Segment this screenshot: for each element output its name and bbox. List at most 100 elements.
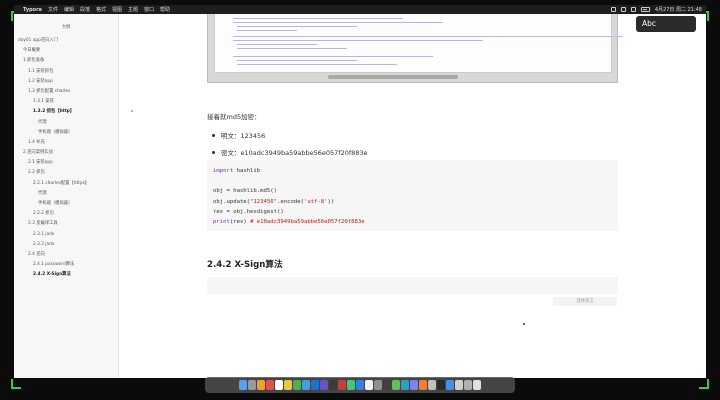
dock-app-icon[interactable] [365, 380, 373, 390]
paragraph-text: 接着就md5加密： [207, 113, 261, 121]
code-token: (res) [229, 218, 251, 225]
code-token: import [213, 168, 234, 174]
outline-item-label: 代理 [38, 119, 47, 125]
outline-item[interactable]: 1.4 补充 [14, 138, 118, 148]
outline-item[interactable]: 手机端（模拟器） [14, 128, 118, 138]
outline-item[interactable]: 2.2 抓包 [14, 168, 118, 178]
outline-item-label: 2.逆向案例实战 [23, 150, 53, 156]
dock-app-icon[interactable] [320, 380, 328, 390]
margin-dot [131, 110, 133, 112]
outline-item[interactable]: 2.3.2 jadx [14, 240, 118, 250]
dock-app-icon[interactable] [419, 380, 427, 390]
dock-app-icon[interactable] [356, 380, 364, 390]
code-token: )) [327, 198, 335, 205]
embedded-code-editor [214, 14, 623, 73]
outline-item-label: 今日概要 [23, 48, 41, 54]
outline-item[interactable]: day01 app逆向入门 [14, 36, 118, 46]
outline-item-label: 1.3.2 抓包【http】 [33, 109, 75, 115]
menu-app-name[interactable]: Typora [23, 7, 42, 13]
bullet-icon [212, 134, 215, 137]
outline-item[interactable]: 2.逆向案例实战 [14, 148, 118, 158]
outline-item[interactable]: 1.1 安装抓包 [14, 67, 118, 77]
dock-app-icon[interactable] [248, 380, 256, 390]
outline-item-label: 1.3 抓包配置 charles [28, 88, 71, 94]
outline-item[interactable]: 代理 [14, 189, 118, 199]
clock[interactable]: 4月27日 周二 21:48 [655, 6, 702, 13]
dock-app-icon[interactable] [266, 380, 274, 390]
dock-app-icon[interactable] [473, 380, 481, 390]
outline-item[interactable]: 1.3.2 抓包【http】 [14, 107, 118, 117]
dock-app-icon[interactable] [329, 380, 337, 390]
dock-app-icon[interactable] [347, 380, 355, 390]
wifi-icon[interactable] [620, 7, 626, 12]
editor-content[interactable]: 接着就md5加密： 明文：123456 密文：e10adc3949ba59abb… [119, 14, 706, 378]
outline-item[interactable]: 1.抓包准备 [14, 56, 118, 66]
outline-item-label: 1.抓包准备 [23, 58, 45, 64]
outline-item[interactable]: 2.3 反编译工具 [14, 219, 118, 229]
dock-app-icon[interactable] [428, 380, 436, 390]
outline-item-label: day01 app逆向入门 [18, 38, 59, 43]
outline-item-label: 2.3 反编译工具 [28, 221, 58, 227]
section-heading: 2.4.2 X-Sign算法 [207, 260, 283, 270]
code-token: obj = hashlib.md5() [213, 188, 277, 195]
menu-item[interactable]: 编辑 [64, 6, 74, 13]
outline-item[interactable]: 2.2.1 charles配置【https】 [14, 179, 118, 189]
empty-code-block[interactable] [207, 277, 618, 294]
menu-item[interactable]: 格式 [96, 6, 106, 13]
dock-app-icon[interactable] [374, 380, 382, 390]
search-icon[interactable] [630, 7, 636, 12]
dock-app-icon[interactable] [383, 380, 391, 390]
outline-item[interactable]: 代理 [14, 118, 118, 128]
python-code-block[interactable]: import hashlib obj = hashlib.md5() obj.up… [207, 160, 618, 231]
dock-app-icon[interactable] [311, 380, 319, 390]
dock-app-icon[interactable] [392, 380, 400, 390]
dock-app-icon[interactable] [257, 380, 265, 390]
dock-app-icon[interactable] [293, 380, 301, 390]
menu-item[interactable]: 段落 [80, 6, 90, 13]
code-token: # e10adc3949ba59abbe56e057f20f883e [250, 218, 365, 225]
outline-item-label: 2.4.2 X-Sign算法 [33, 272, 71, 278]
bullet-icon [212, 151, 215, 154]
outline-list: day01 app逆向入门今日概要 1.抓包准备 1.1 安装抓包 1.2 安装app… [14, 36, 118, 281]
dock-app-icon[interactable] [275, 380, 283, 390]
wechat-icon[interactable] [610, 7, 616, 12]
dock-app-icon[interactable] [284, 380, 292, 390]
language-select[interactable]: 选择语言 [553, 297, 617, 306]
typora-window: 大纲 day01 app逆向入门 今日概要 1.抓包准备 1.1 安装抓包 1.2 安装… [14, 14, 706, 378]
menu-item[interactable]: 文件 [48, 6, 58, 13]
outline-item[interactable]: 2.4.1 password算法 [14, 260, 118, 270]
menu-item[interactable]: 窗口 [144, 6, 154, 13]
outline-sidebar: 大纲 day01 app逆向入门 今日概要 1.抓包准备 1.1 安装抓包 1.2 安装… [14, 14, 119, 378]
outline-item[interactable]: 今日概要 [14, 46, 118, 56]
dock-app-icon[interactable] [455, 380, 463, 390]
code-token: print [213, 218, 230, 225]
outline-item[interactable]: 2.1 安装app [14, 158, 118, 168]
menu-item[interactable]: 主题 [128, 6, 138, 13]
outline-item-label: 2.1 安装app [28, 160, 53, 166]
dock-app-icon[interactable] [239, 380, 247, 390]
outline-item-label: 1.3.1 安装 [33, 99, 54, 105]
outline-item[interactable]: 1.3.1 安装 [14, 97, 118, 107]
code-token: "123456" [250, 198, 277, 205]
menu-item[interactable]: 视图 [112, 6, 122, 13]
battery-icon[interactable] [640, 7, 650, 12]
outline-item[interactable]: 1.2 安装app [14, 77, 118, 87]
outline-item[interactable]: 2.3.1 jadx [14, 230, 118, 240]
embedded-dock [328, 75, 458, 79]
outline-item[interactable]: 2.4 逆向 [14, 250, 118, 260]
dock-app-icon[interactable] [437, 380, 445, 390]
dock-app-icon[interactable] [401, 380, 409, 390]
outline-item[interactable]: 1.3 抓包配置 charles [14, 87, 118, 97]
dock-app-icon[interactable] [410, 380, 418, 390]
dock-app-icon[interactable] [464, 380, 472, 390]
dock-app-icon[interactable] [446, 380, 454, 390]
outline-item[interactable]: 2.2.2 抓包 [14, 209, 118, 219]
desktop-screen: Typora 文件 编辑 段落 格式 视图 主题 窗口 帮助 4月27日 周二 21:48 大… [0, 0, 720, 400]
outline-item[interactable]: 手机端（模拟器） [14, 199, 118, 209]
outline-item[interactable]: 2.4.2 X-Sign算法 [14, 270, 118, 280]
menu-item[interactable]: 帮助 [160, 6, 170, 13]
dock-app-icon[interactable] [338, 380, 346, 390]
dock-app-icon[interactable] [302, 380, 310, 390]
list-item: 密文：e10adc3949ba59abbe56e057f20f883e [212, 144, 368, 161]
outline-item-label: 2.4.1 password算法 [33, 262, 75, 268]
